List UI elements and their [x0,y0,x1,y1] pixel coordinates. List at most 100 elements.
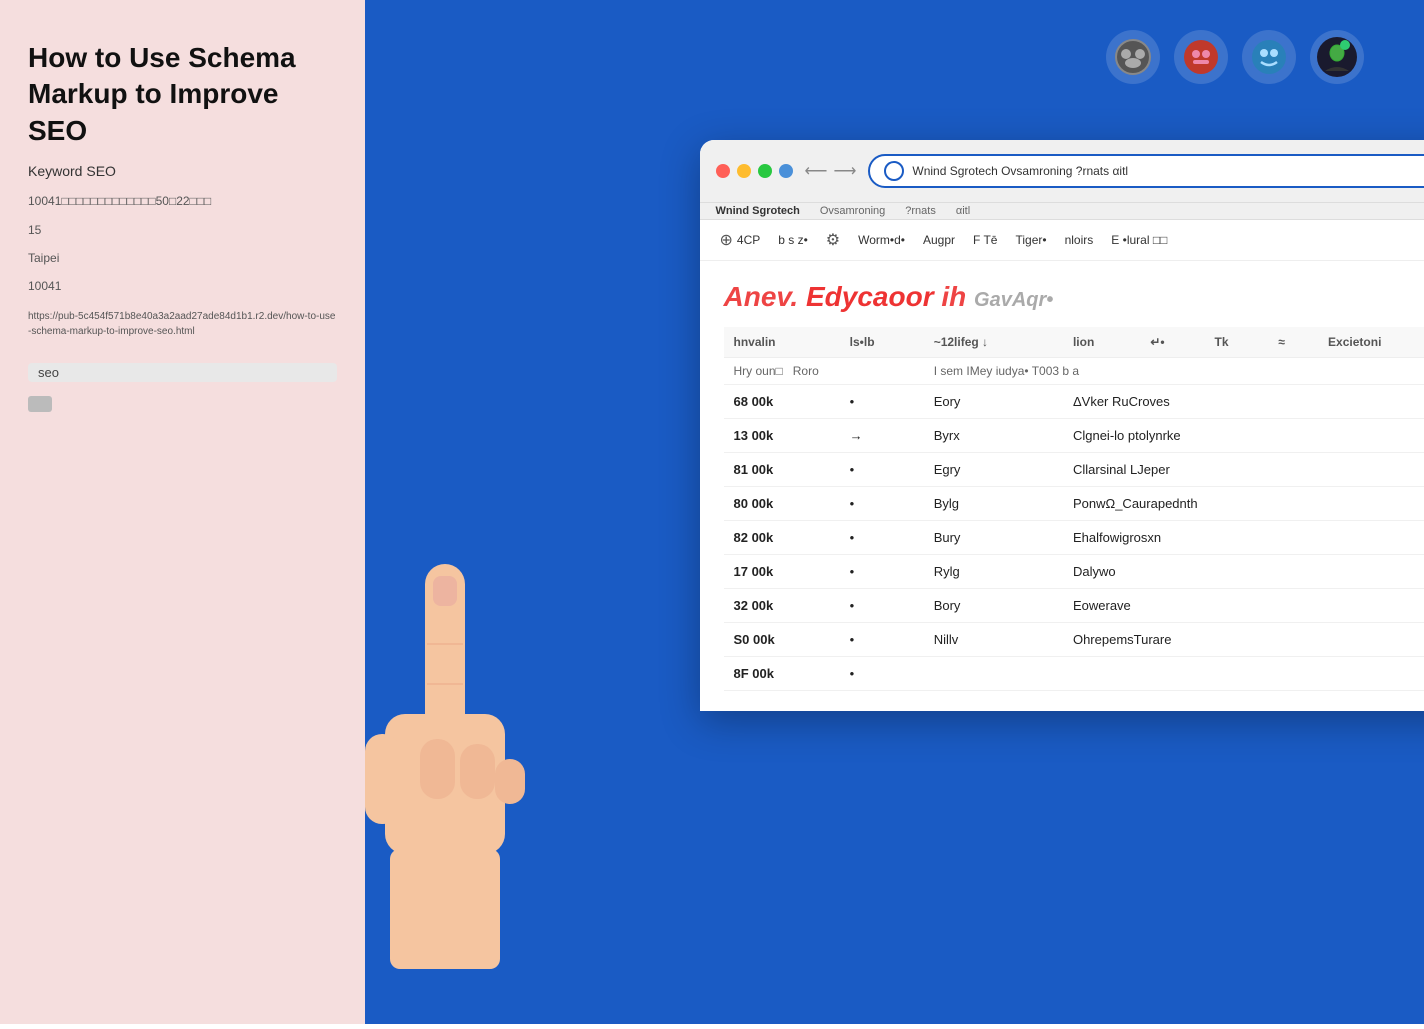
cell-dot-5: • [840,555,924,589]
toolbar-label-worm: Worm•d• [858,233,905,247]
sidebar-title: How to Use Schema Markup to Improve SEO [28,40,337,149]
browser-window: ⟵ ⟶ Wnind Sgrotech Ovsamroning ?rnats αi… [700,140,1424,711]
col-header-4: lion [1063,327,1140,358]
nav-buttons: ⟵ ⟶ [805,161,857,181]
table-row: 8F 00k • [724,657,1424,691]
toolbar-item-3[interactable]: ⚙ [826,230,840,250]
title-part2: Edycaoor [806,281,934,312]
sidebar-meta-line4: 10041 [28,276,337,296]
browser-toolbar: ⊕ 4CP b s z• ⚙ Worm•d• Augpr F Tē Tiger• [700,220,1424,261]
sidebar: How to Use Schema Markup to Improve SEO … [0,0,365,1024]
tab-1[interactable]: Wnind Sgrotech [716,205,800,217]
sidebar-meta-line1: 10041□□□□□□□□□□□□□50□22□□□ [28,191,337,211]
cell-col2-6: Bory [924,589,1063,623]
nav-forward-icon[interactable]: ⟶ [833,161,856,181]
col-header-6: Tk [1205,327,1269,358]
toolbar-item-lural[interactable]: E •lural □□ [1111,233,1167,247]
tl-red[interactable] [716,164,730,178]
icon-circle-2[interactable] [1174,30,1228,84]
cell-col2-7: Nillv [924,623,1063,657]
cell-dot-7: • [840,623,924,657]
toolbar-label-2: b s z• [778,233,808,247]
col-header-3: ~12lifeg ↓ [924,327,1063,358]
address-bar[interactable]: Wnind Sgrotech Ovsamroning ?rnats αitl [868,154,1424,188]
toolbar-icon-1: ⊕ [720,230,733,250]
cell-col3-5: Dalywo [1063,555,1424,589]
nav-back-icon[interactable]: ⟵ [805,161,828,181]
cell-col2-4: Bury [924,521,1063,555]
top-right-icons [1106,30,1364,84]
toolbar-item-2[interactable]: b s z• [778,233,808,247]
icon-circle-1[interactable] [1106,30,1160,84]
sidebar-tag[interactable]: seo [28,363,337,382]
toolbar-item-worm[interactable]: Worm•d• [858,233,905,247]
toolbar-item-tiger[interactable]: Tiger• [1015,233,1046,247]
sidebar-url: https://pub-5c454f571b8e40a3a2aad27ade84… [28,309,337,339]
toolbar-label-nloirs: nloirs [1065,233,1094,247]
toolbar-label-augpr: Augpr [923,233,955,247]
cell-dot-3: • [840,487,924,521]
subheader-cell-2: I sem IMey iudya• T003 b a [924,358,1424,385]
icon-circle-3[interactable] [1242,30,1296,84]
toolbar-item-augpr[interactable]: Augpr [923,233,955,247]
icon-circle-4[interactable] [1310,30,1364,84]
toolbar-item-1[interactable]: ⊕ 4CP [720,230,761,250]
table-row: S0 00k • Nillv OhrepemsTurare [724,623,1424,657]
cell-num-5: 17 00k [724,555,840,589]
cell-col3-7: OhrepemsTurare [1063,623,1424,657]
address-text: Wnind Sgrotech Ovsamroning ?rnats αitl [912,164,1424,178]
address-circle-icon [884,161,904,181]
traffic-lights [716,164,793,178]
cell-dot-1: → [840,419,924,453]
cell-col3-6: Eowerave [1063,589,1424,623]
title-part3: ih [941,281,966,312]
browser-chrome: ⟵ ⟶ Wnind Sgrotech Ovsamroning ?rnats αi… [700,140,1424,203]
tab-3[interactable]: ?rnats [905,205,936,217]
cell-dot-6: • [840,589,924,623]
cell-dot-4: • [840,521,924,555]
col-header-7: ≈ [1268,327,1318,358]
tab-2[interactable]: Ovsamroning [820,205,885,217]
content-title: Anev. Edycaoor ih GavAqr• [724,281,1424,313]
browser-content: Anev. Edycaoor ih GavAqr• hnvalin ls•lb … [700,261,1424,711]
cell-col3-2: Cllarsinal LJeper [1063,453,1424,487]
cell-col3-4: Ehalfowigrosxn [1063,521,1424,555]
toolbar-item-nloirs[interactable]: nloirs [1065,233,1094,247]
cell-col2-2: Egry [924,453,1063,487]
toolbar-label-te: F Tē [973,233,997,247]
toolbar-item-te[interactable]: F Tē [973,233,997,247]
sidebar-icon-box [28,396,52,412]
toolbar-label-lural: E •lural □□ [1111,233,1167,247]
title-part4: GavAqr• [974,289,1053,311]
col-header-2: ls•lb [840,327,924,358]
tl-yellow[interactable] [737,164,751,178]
table-row: 68 00k • Eory ΔVker RuCroves [724,385,1424,419]
cell-dot-2: • [840,453,924,487]
cell-dot-8: • [840,657,924,691]
col-header-1: hnvalin [724,327,840,358]
cell-col2-1: Byrx [924,419,1063,453]
cell-num-1: 13 00k [724,419,840,453]
cell-num-6: 32 00k [724,589,840,623]
tab-4[interactable]: αitl [956,205,970,217]
table-header-row: hnvalin ls•lb ~12lifeg ↓ lion ↵• Tk ≈ Ex… [724,327,1424,358]
toolbar-label-tiger: Tiger• [1015,233,1046,247]
tl-green[interactable] [758,164,772,178]
cell-col2-3: Bylg [924,487,1063,521]
table-row: 32 00k • Bory Eowerave [724,589,1424,623]
main-area: ⟵ ⟶ Wnind Sgrotech Ovsamroning ?rnats αi… [365,0,1424,1024]
table-row: 80 00k • Bylg PonwΩ_Caurapednth [724,487,1424,521]
cell-num-3: 80 00k [724,487,840,521]
cell-col2-5: Rylg [924,555,1063,589]
cell-num-2: 81 00k [724,453,840,487]
table-row: 13 00k → Byrx Clgnei-lo ptolynrke [724,419,1424,453]
cell-num-7: S0 00k [724,623,840,657]
table-body: 68 00k • Eory ΔVker RuCroves 13 00k → By… [724,385,1424,691]
cell-num-4: 82 00k [724,521,840,555]
data-table: hnvalin ls•lb ~12lifeg ↓ lion ↵• Tk ≈ Ex… [724,327,1424,691]
cell-num-0: 68 00k [724,385,840,419]
sidebar-meta-line3: Taipei [28,248,337,268]
tl-blue[interactable] [779,164,793,178]
browser-tabs-bar: Wnind Sgrotech Ovsamroning ?rnats αitl [700,203,1424,220]
sidebar-meta-line2: 15 [28,220,337,240]
